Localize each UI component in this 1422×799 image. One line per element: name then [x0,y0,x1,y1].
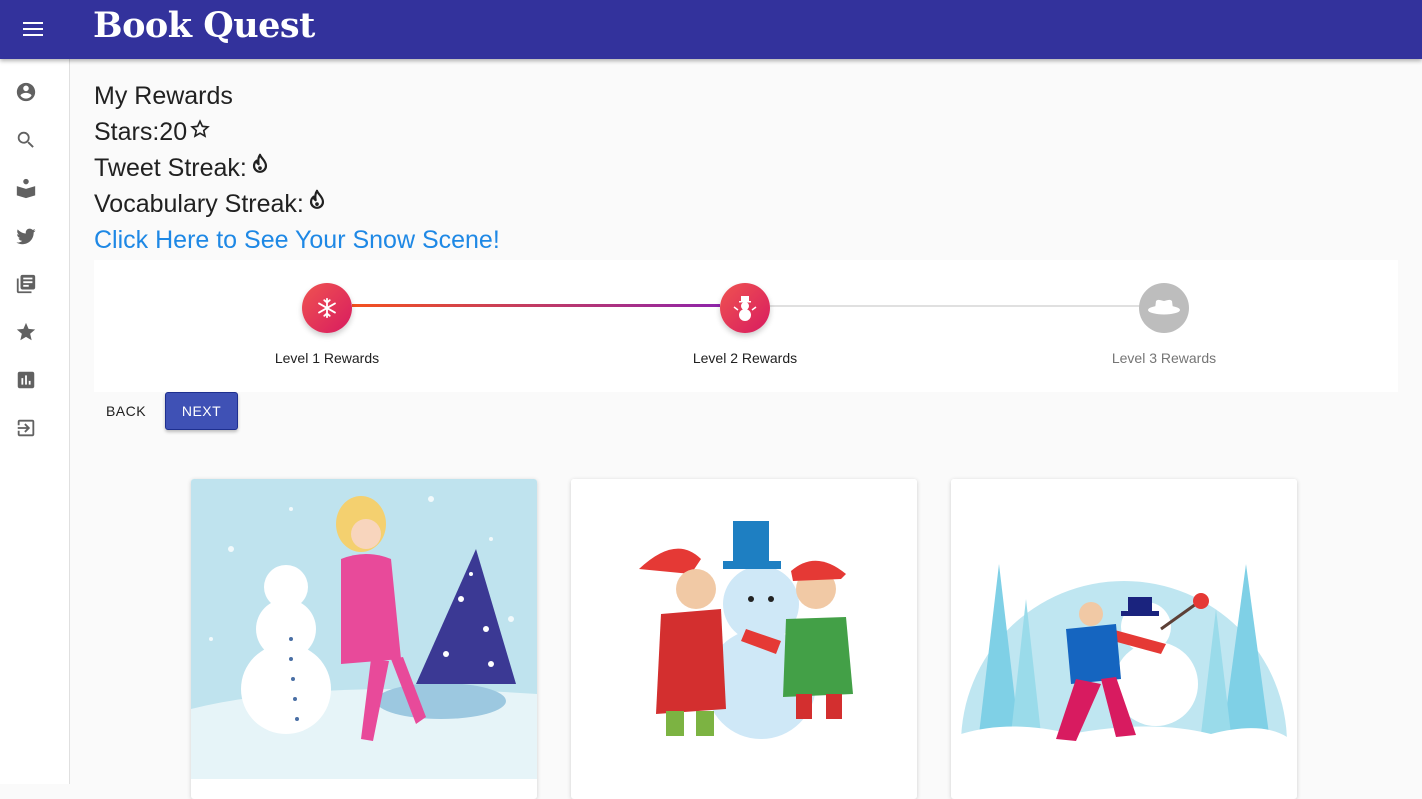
snowflake-icon [302,283,352,333]
girl-skating-snowman-illustration [191,479,537,779]
step-label: Level 3 Rewards [1111,350,1217,366]
fire-icon [304,186,328,222]
vocabulary-streak-label: Vocabulary Streak: [94,190,304,218]
library-books-icon[interactable] [13,271,39,297]
stars-count: Stars: 20 [94,114,500,150]
step-level-3[interactable]: Level 3 Rewards [1064,283,1264,366]
step-label: Level 2 Rewards [692,350,798,366]
back-button[interactable]: BACK [94,392,158,429]
twitter-icon[interactable] [13,223,39,249]
step-level-1[interactable]: Level 1 Rewards [227,283,427,366]
snowman-icon [720,283,770,333]
step-level-2[interactable]: Level 2 Rewards [645,283,845,366]
reward-card[interactable] [191,479,537,799]
rewards-heading: My Rewards [94,82,233,110]
bar-chart-icon[interactable] [13,367,39,393]
snow-scene-link[interactable]: Click Here to See Your Snow Scene! [94,222,500,258]
menu-icon[interactable] [14,12,52,46]
stars-value: 20 [159,118,188,146]
tweet-streak: Tweet Streak: [94,150,500,186]
reward-card[interactable] [951,479,1297,799]
app-bar: Book Quest [0,0,1422,59]
star-outline-icon [187,114,211,150]
star-icon[interactable] [13,319,39,345]
logout-icon[interactable] [13,415,39,441]
man-building-snowman-illustration [951,479,1297,779]
level-stepper: Level 1 Rewards Level 2 Rewards Level 3 … [94,260,1398,392]
side-nav [0,59,70,784]
hat-icon [1139,283,1189,333]
step-label: Level 1 Rewards [274,350,380,366]
app-title: Book Quest [93,5,315,46]
search-icon[interactable] [13,127,39,153]
reward-card[interactable] [571,479,917,799]
kids-building-snowman-illustration [571,479,917,779]
stars-label: Stars: [94,118,160,146]
book-reader-icon[interactable] [13,175,39,201]
vocabulary-streak: Vocabulary Streak: [94,186,500,222]
tweet-streak-label: Tweet Streak: [94,154,247,182]
next-button[interactable]: NEXT [165,392,238,430]
account-circle-icon[interactable] [13,79,39,105]
rewards-summary: My Rewards Stars: 20 Tweet Streak: Vocab… [94,78,500,258]
fire-icon [247,150,271,186]
